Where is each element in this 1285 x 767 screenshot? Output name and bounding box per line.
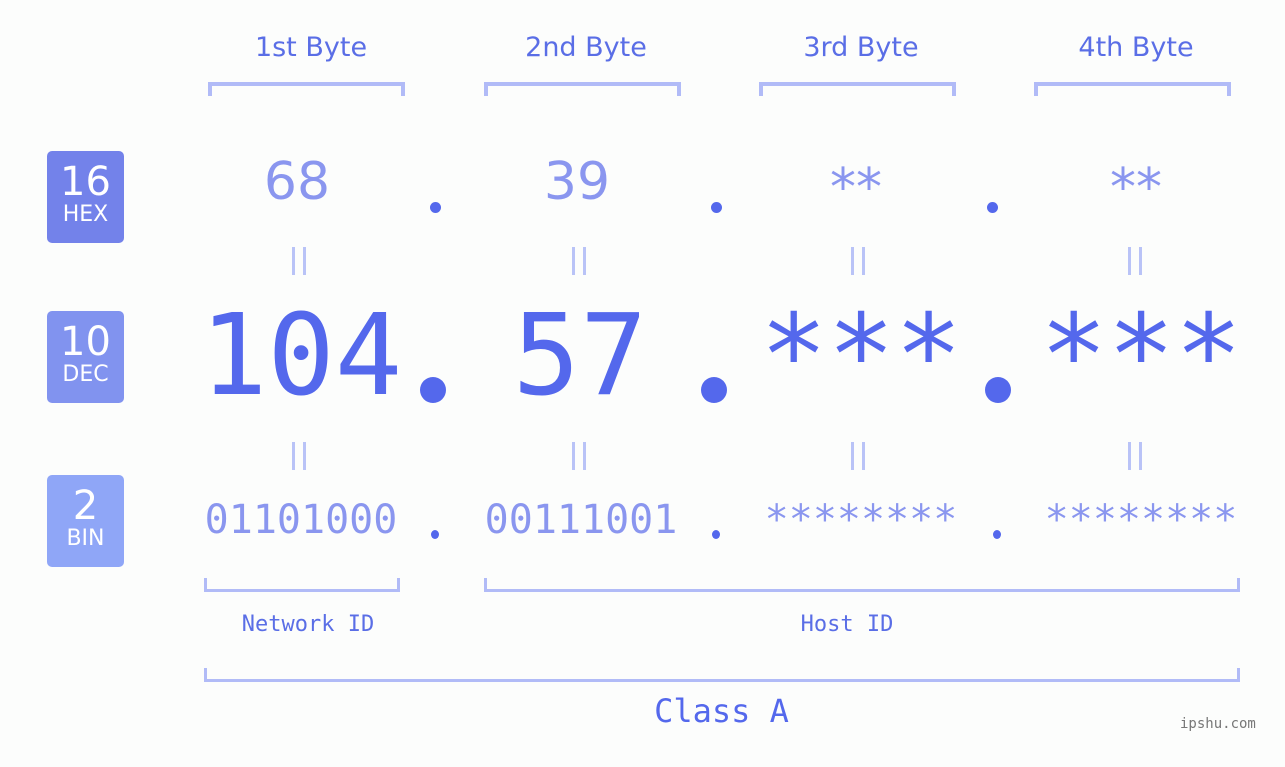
dec-separator-dot	[985, 377, 1011, 403]
hex-separator-dot	[987, 202, 998, 213]
byte-bracket-2	[484, 82, 681, 96]
dec-byte-1: 104	[200, 291, 403, 421]
class-bracket	[204, 668, 1240, 682]
byte-bracket-1	[208, 82, 405, 96]
bin-separator-dot	[712, 530, 720, 539]
byte-title-2: 2nd Byte	[525, 32, 647, 63]
hex-byte-2: 39	[543, 152, 611, 212]
hex-badge: 16 HEX	[47, 151, 124, 243]
dec-badge: 10 DEC	[47, 311, 124, 403]
equals-icon	[292, 247, 306, 275]
network-id-bracket	[204, 578, 400, 592]
byte-title-1: 1st Byte	[254, 32, 368, 63]
bin-byte-2: 00111001	[484, 497, 678, 543]
host-id-bracket	[484, 578, 1240, 592]
bin-separator-dot	[431, 530, 439, 539]
equals-icon	[572, 247, 586, 275]
hex-base-label: HEX	[62, 202, 109, 227]
hex-separator-dot	[711, 202, 722, 213]
host-id-label: Host ID	[800, 612, 894, 637]
byte-bracket-3	[759, 82, 956, 96]
hex-byte-3: **	[830, 158, 882, 218]
network-id-label: Network ID	[241, 612, 375, 637]
equals-icon	[1128, 247, 1142, 275]
bin-separator-dot	[993, 530, 1001, 539]
bin-byte-4: ********	[1044, 497, 1238, 543]
byte-title-3: 3rd Byte	[803, 32, 919, 63]
dec-base-label: DEC	[62, 362, 109, 387]
byte-bracket-4	[1034, 82, 1231, 96]
dec-byte-2: 57	[512, 291, 648, 421]
dec-byte-4: ***	[1040, 291, 1243, 421]
bin-byte-3: ********	[764, 497, 958, 543]
byte-title-4: 4th Byte	[1078, 32, 1194, 63]
bin-badge: 2 BIN	[47, 475, 124, 567]
equals-icon	[292, 442, 306, 470]
dec-separator-dot	[701, 377, 727, 403]
equals-icon	[1128, 442, 1142, 470]
ip-class-label: Class A	[654, 692, 789, 730]
dec-base-number: 10	[60, 319, 111, 365]
dec-separator-dot	[420, 377, 446, 403]
hex-byte-1: 68	[263, 152, 331, 212]
bin-byte-1: 01101000	[204, 497, 398, 543]
bin-base-label: BIN	[66, 526, 105, 551]
equals-icon	[572, 442, 586, 470]
hex-separator-dot	[430, 202, 441, 213]
dec-byte-3: ***	[760, 291, 963, 421]
equals-icon	[851, 247, 865, 275]
watermark: ipshu.com	[1180, 716, 1256, 732]
equals-icon	[851, 442, 865, 470]
hex-byte-4: **	[1110, 158, 1162, 218]
hex-base-number: 16	[60, 159, 111, 205]
bin-base-number: 2	[72, 483, 99, 529]
